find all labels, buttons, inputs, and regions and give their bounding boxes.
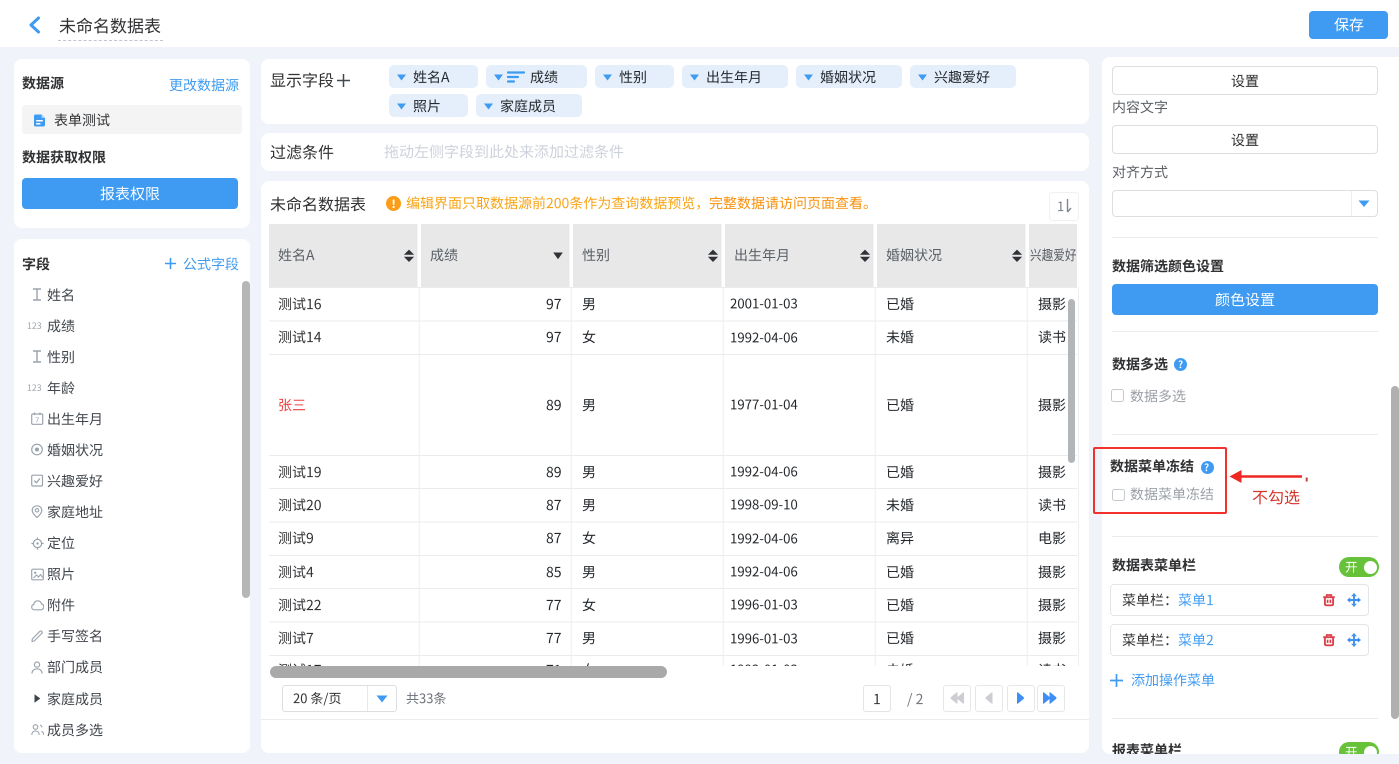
svg-text:7: 7 [35,416,39,425]
